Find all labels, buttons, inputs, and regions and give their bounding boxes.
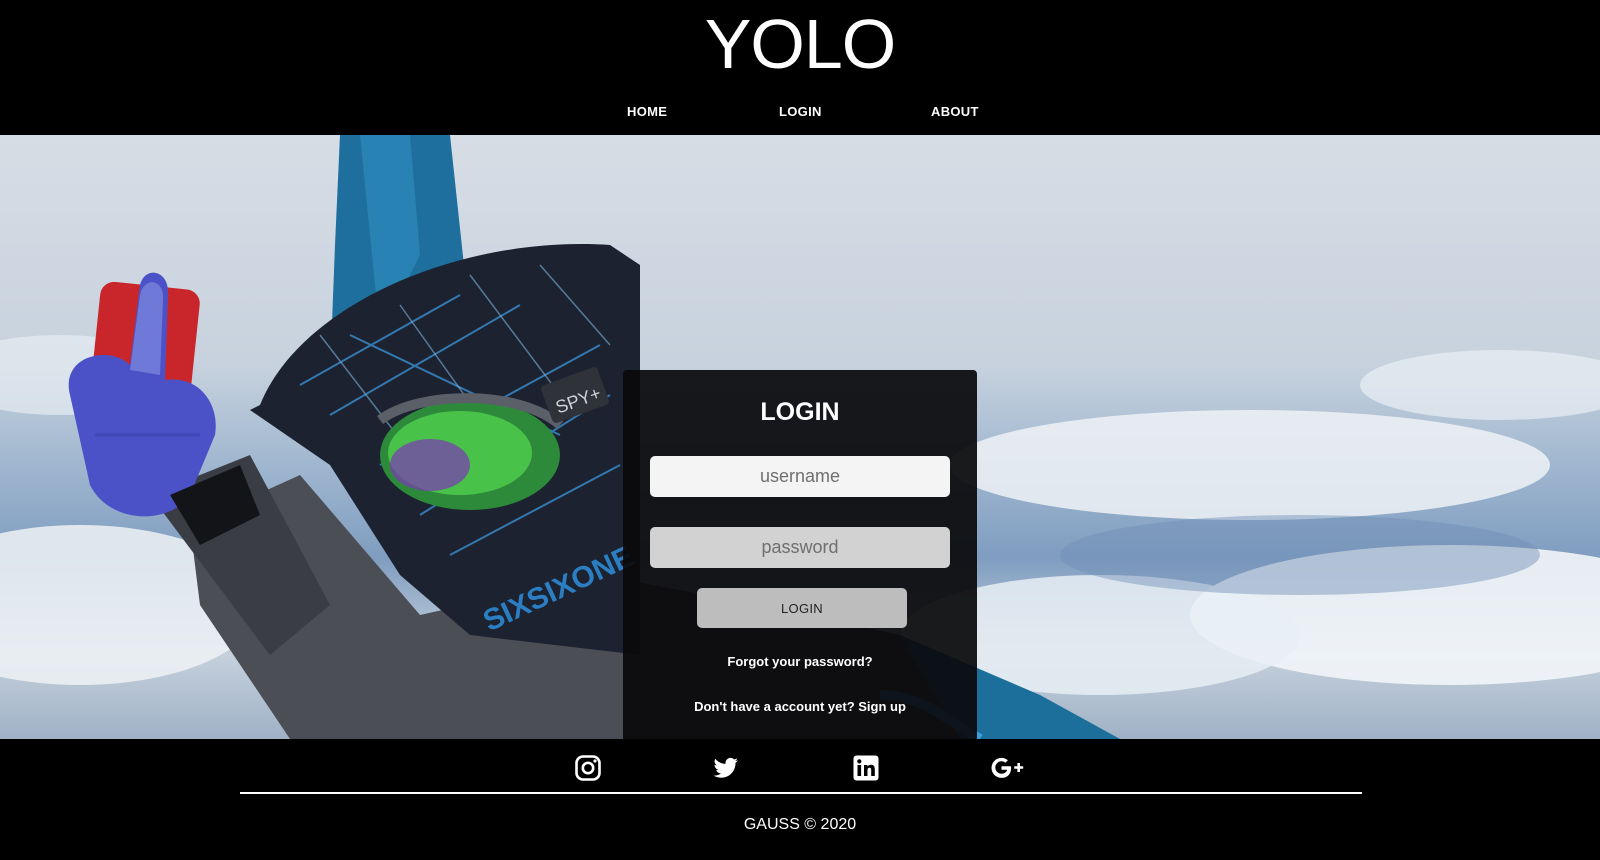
login-card: LOGIN LOGIN Forgot your password? Don't … bbox=[623, 370, 977, 739]
google-plus-icon[interactable] bbox=[990, 754, 1026, 782]
instagram-icon[interactable] bbox=[574, 754, 602, 782]
signup-link[interactable]: Don't have a account yet? Sign up bbox=[623, 699, 977, 714]
hero-background-image: SPY+ SIXSIXONE LOGIN LOGIN Forgot your p… bbox=[0, 135, 1600, 739]
site-logo[interactable]: YOLO bbox=[0, 4, 1600, 84]
username-input[interactable] bbox=[650, 456, 950, 497]
footer-divider bbox=[240, 792, 1362, 794]
linkedin-icon[interactable] bbox=[852, 754, 880, 782]
twitter-icon[interactable] bbox=[712, 754, 740, 782]
login-button[interactable]: LOGIN bbox=[697, 588, 907, 628]
copyright-text: GAUSS © 2020 bbox=[743, 816, 857, 833]
login-title: LOGIN bbox=[760, 398, 840, 426]
nav-about[interactable]: ABOUT bbox=[931, 104, 979, 119]
site-footer: GAUSS © 2020 bbox=[0, 739, 1600, 860]
nav-home[interactable]: HOME bbox=[627, 104, 667, 119]
password-input[interactable] bbox=[650, 527, 950, 568]
site-header: YOLO HOME LOGIN ABOUT bbox=[0, 0, 1600, 135]
nav-login[interactable]: LOGIN bbox=[779, 104, 822, 119]
forgot-password-link[interactable]: Forgot your password? bbox=[623, 654, 977, 669]
